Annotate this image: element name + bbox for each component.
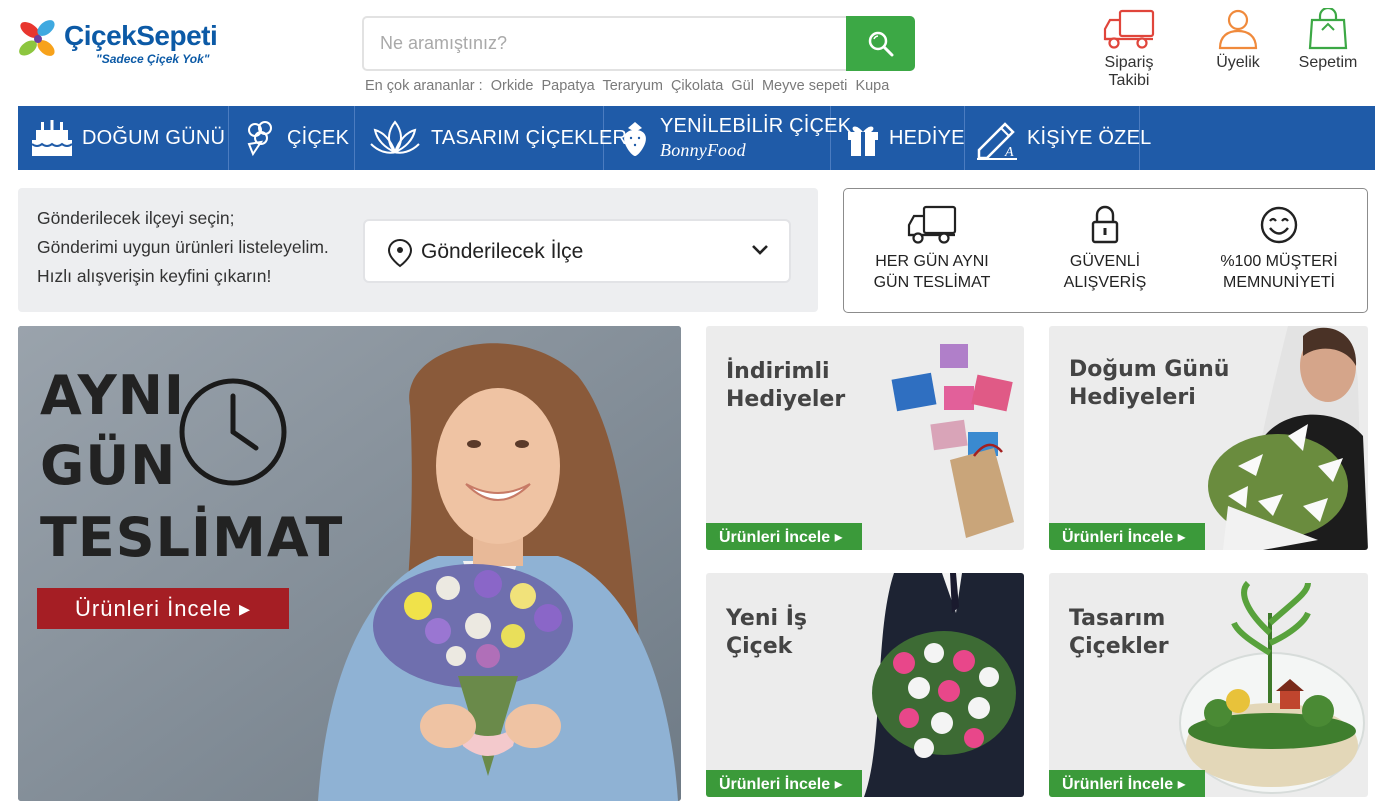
membership-label: Üyelik xyxy=(1216,54,1260,71)
feature-line: HER GÜN AYNI xyxy=(875,253,989,270)
hero-title-line: GÜN xyxy=(40,434,177,497)
nav-label: YENİLEBİLİR ÇİÇEK xyxy=(660,115,852,137)
logo-tagline: "Sadece Çiçek Yok" xyxy=(96,52,210,66)
tile-title-line: Tasarım xyxy=(1069,606,1166,631)
tile-title-line: Hediyeler xyxy=(726,387,846,412)
flower-bouquet-icon xyxy=(241,118,279,158)
strawberry-icon xyxy=(618,118,652,158)
popular-term[interactable]: Meyve sepeti xyxy=(762,78,847,94)
district-line: Gönderilecek ilçeyi seçin; xyxy=(37,208,235,228)
features-box: HER GÜN AYNI GÜN TESLİMAT GÜVENLİ ALIŞVE… xyxy=(843,188,1368,313)
lotus-icon xyxy=(367,118,423,158)
search-box xyxy=(362,16,915,71)
tile-title-line: Çiçek xyxy=(726,634,793,659)
smiley-icon xyxy=(1260,206,1298,244)
tile-title-line: Çiçekler xyxy=(1069,634,1169,659)
nav-label-group: YENİLEBİLİR ÇİÇEK BonnyFood xyxy=(660,115,851,161)
tile-title: Yeni İş Çiçek xyxy=(726,605,807,661)
truck-icon xyxy=(1103,9,1155,49)
tile-title: Tasarım Çiçekler xyxy=(1069,605,1169,661)
nav-item-edible-flowers[interactable]: YENİLEBİLİR ÇİÇEK BonnyFood xyxy=(604,106,851,170)
popular-term[interactable]: Kupa xyxy=(855,78,889,94)
popular-term[interactable]: Orkide xyxy=(491,78,534,94)
popular-searches: En çok arananlar : Orkide Papatya Terary… xyxy=(365,78,893,94)
popular-term[interactable]: Papatya xyxy=(541,78,594,94)
logo[interactable]: ÇiçekSepeti "Sadece Çiçek Yok" xyxy=(16,18,226,70)
popular-label: En çok arananlar : xyxy=(365,78,483,94)
nav-label: KİŞİYE ÖZEL xyxy=(1027,126,1152,149)
location-pin-icon xyxy=(387,238,413,268)
district-panel: Gönderilecek ilçeyi seçin; Gönderimi uyg… xyxy=(18,188,818,312)
category-nav: DOĞUM GÜNÜ ÇİÇEK TASARIM ÇİÇEKLER YENİLE… xyxy=(18,106,1375,170)
cart-label: Sepetim xyxy=(1298,54,1358,71)
user-icon xyxy=(1218,9,1258,50)
nav-item-flowers[interactable]: ÇİÇEK xyxy=(229,106,355,170)
search-input[interactable] xyxy=(364,18,846,69)
nav-label: HEDİYE xyxy=(889,126,965,149)
tile-title: İndirimli Hediyeler xyxy=(726,358,845,414)
search-icon xyxy=(868,31,893,56)
tile-cta-button[interactable]: Ürünleri İncele ▸ xyxy=(1049,523,1205,550)
tile-title-line: Hediyeleri xyxy=(1069,385,1196,410)
terrarium-image xyxy=(1179,580,1365,794)
nav-item-design-flowers[interactable]: TASARIM ÇİÇEKLER xyxy=(355,106,627,170)
order-tracking-label: Sipariş Takibi xyxy=(1104,54,1154,89)
shopping-bag-icon xyxy=(1308,8,1348,50)
tile-title-line: Yeni İş xyxy=(726,606,807,631)
feature-line: ALIŞVERİŞ xyxy=(1063,274,1147,291)
nav-label: DOĞUM GÜNÜ xyxy=(82,126,226,149)
tile-cta-button[interactable]: Ürünleri İncele ▸ xyxy=(706,770,862,797)
district-select-label: Gönderilecek İlçe xyxy=(421,240,584,263)
nav-label: TASARIM ÇİÇEKLER xyxy=(431,126,628,149)
nav-label: ÇİÇEK xyxy=(287,126,350,149)
nav-sublabel: BonnyFood xyxy=(660,140,746,160)
logo-flower-icon xyxy=(19,20,55,56)
tile-title-line: İndirimli xyxy=(726,359,830,384)
order-tracking-link[interactable]: Sipariş Takibi xyxy=(1083,8,1175,90)
man-with-bouquet-image xyxy=(864,573,1024,797)
gift-icon xyxy=(845,118,881,158)
district-select[interactable]: Gönderilecek İlçe xyxy=(363,219,791,283)
feature-secure: GÜVENLİ ALIŞVERİŞ xyxy=(1020,205,1190,293)
district-line: Hızlı alışverişin keyfini çıkarın! xyxy=(37,266,272,286)
nav-item-birthday[interactable]: DOĞUM GÜNÜ xyxy=(18,106,229,170)
hero-title-line: TESLİMAT xyxy=(40,506,344,569)
hero-cta-button[interactable]: Ürünleri İncele ▸ xyxy=(37,588,289,629)
feature-line: %100 MÜŞTERİ xyxy=(1220,253,1338,270)
tile-birthday-gifts[interactable]: Doğum Günü Hediyeleri Ürünleri İncele ▸ xyxy=(1049,326,1368,550)
popular-term[interactable]: Teraryum xyxy=(602,78,662,94)
tile-title-line: Doğum Günü xyxy=(1069,357,1230,382)
tile-cta-button[interactable]: Ürünleri İncele ▸ xyxy=(1049,770,1205,797)
truck-icon xyxy=(907,205,957,244)
feature-satisfaction: %100 MÜŞTERİ MEMNUNİYETİ xyxy=(1194,205,1364,293)
hero-banner[interactable]: AYNI GÜN TESLİMAT Ürünleri İncele ▸ xyxy=(18,326,681,801)
nav-item-gift[interactable]: HEDİYE xyxy=(831,106,965,170)
gift-boxes-image xyxy=(891,344,1014,538)
svg-text:A: A xyxy=(1004,145,1014,160)
popular-term[interactable]: Gül xyxy=(731,78,754,94)
tile-design-flowers[interactable]: Tasarım Çiçekler Ürünleri İncele ▸ xyxy=(1049,573,1368,797)
site-header: ÇiçekSepeti "Sadece Çiçek Yok" En çok ar… xyxy=(0,0,1375,106)
search-button[interactable] xyxy=(846,16,915,71)
logo-name: ÇiçekSepeti xyxy=(64,20,218,51)
tile-title: Doğum Günü Hediyeleri xyxy=(1069,356,1229,412)
birthday-cake-icon xyxy=(30,118,74,158)
hero-title-line: AYNI xyxy=(40,364,186,427)
feature-line: MEMNUNİYETİ xyxy=(1223,274,1335,291)
district-line: Gönderimi uygun ürünleri listeleyelim. xyxy=(37,237,329,257)
chevron-down-icon xyxy=(752,245,768,255)
district-intro: Gönderilecek ilçeyi seçin; Gönderimi uyg… xyxy=(37,204,329,291)
pen-icon: A xyxy=(975,116,1019,160)
popular-term[interactable]: Çikolata xyxy=(671,78,723,94)
feature-line: GÜN TESLİMAT xyxy=(873,274,991,291)
tile-new-job-flowers[interactable]: Yeni İş Çiçek Ürünleri İncele ▸ xyxy=(706,573,1024,797)
lock-icon xyxy=(1091,205,1119,244)
cart-link[interactable]: Sepetim xyxy=(1297,8,1359,72)
feature-line: GÜVENLİ xyxy=(1069,253,1141,270)
membership-link[interactable]: Üyelik xyxy=(1207,8,1269,72)
tile-cta-button[interactable]: Ürünleri İncele ▸ xyxy=(706,523,862,550)
tile-discounted-gifts[interactable]: İndirimli Hediyeler Ürünleri İncele ▸ xyxy=(706,326,1024,550)
feature-same-day: HER GÜN AYNI GÜN TESLİMAT xyxy=(847,205,1017,293)
nav-item-personalized[interactable]: A KİŞİYE ÖZEL xyxy=(965,106,1151,170)
